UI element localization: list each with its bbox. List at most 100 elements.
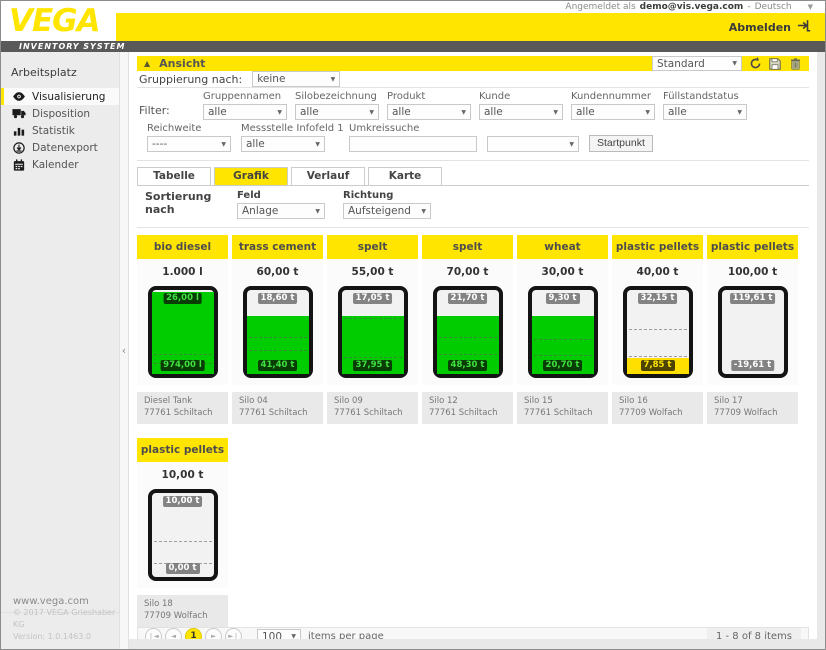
fill-level-badge: 41,40 t [258,360,298,371]
sidebar-item-visualisierung[interactable]: Visualisierung [1,88,119,105]
filter-column-label: Silobezeichnung [295,91,383,104]
select-arrow-icon: ▼ [645,109,650,116]
preset-select[interactable]: Standard▼ [652,56,742,71]
capacity-value: 40,00 t [612,259,703,286]
sidebar-item-label: Disposition [32,108,90,120]
tab-grafik[interactable]: Grafik [214,167,288,185]
sorting-row: Sortierung nach Feld Anlage▼ Richtung Au… [137,186,809,228]
messstelle-select[interactable]: alle▼ [241,136,325,152]
separator: - [747,2,750,12]
logout-button[interactable]: Abmelden [729,19,811,35]
card-body: 60,00 t18,60 t41,40 t [232,259,323,385]
silo-name: Diesel Tank [144,396,221,408]
logout-icon [797,19,811,35]
select-arrow-icon: ▼ [315,141,320,148]
prev-page-button[interactable]: ◄ [165,628,182,639]
fill-level-badge: -19,61 t [731,360,774,371]
current-page-button[interactable]: 1 [185,628,202,639]
filter-column-label: Produkt [387,91,475,104]
filter-select[interactable]: alle▼ [295,104,379,120]
next-page-button[interactable]: ► [205,628,222,639]
chevron-down-icon[interactable]: ▼ [808,3,813,11]
tank-visual[interactable]: 119,61 t-19,61 t [718,286,788,378]
save-icon[interactable] [768,57,782,71]
startpunkt-button[interactable]: Startpunkt [589,135,653,152]
silo-card: trass cement60,00 t18,60 t41,40 tSilo 04… [232,235,323,424]
product-name[interactable]: bio diesel [137,235,228,259]
threshold-line [154,541,212,542]
ansicht-panel-header: ▲ Ansicht Standard▼ [137,56,809,71]
reichweite-select[interactable]: ----▼ [147,136,231,152]
card-body: 55,00 t17,05 t37,95 t [327,259,418,385]
threshold-line [249,350,307,351]
silo-location: 77709 Wolfach [144,611,221,623]
filter-select[interactable]: alle▼ [203,104,287,120]
reset-icon[interactable] [748,57,762,71]
feld-select[interactable]: Anlage▼ [237,203,325,219]
silo-card: plastic pellets40,00 t32,15 t7,85 t Silo … [612,235,703,424]
page-size-select[interactable]: 100▼ [257,629,301,640]
threshold-line [534,339,592,340]
capacity-value: 30,00 t [517,259,608,286]
product-name[interactable]: plastic pellets [612,235,703,259]
radius-select[interactable]: ▼ [487,136,579,152]
trash-icon[interactable] [788,57,802,71]
tank-visual[interactable]: 18,60 t41,40 t [243,286,313,378]
tab-tabelle[interactable]: Tabelle [137,167,211,185]
select-arrow-icon: ▼ [221,141,226,148]
sidebar-item-datenexport[interactable]: Datenexport [1,139,119,156]
tab-verlauf[interactable]: Verlauf [291,167,365,185]
gruppierung-row: Gruppierung nach: keine▼ [137,71,809,88]
select-arrow-icon: ▼ [732,60,737,67]
select-arrow-icon: ▼ [369,109,374,116]
gruppierung-select[interactable]: keine▼ [252,71,340,87]
richtung-select[interactable]: Aufsteigend▼ [343,203,431,219]
threshold-line [249,337,307,338]
tank-visual[interactable]: 17,05 t37,95 t [338,286,408,378]
first-page-button[interactable]: ❘◄ [145,628,162,639]
filter-column: Füllstandstatusalle▼ [663,91,751,120]
filter-column-label: Kunde [479,91,567,104]
filter-select[interactable]: alle▼ [571,104,655,120]
copyright-text: © 2017 VEGA Grieshaber KG [13,607,119,631]
tank-visual[interactable]: 26,00 l974,00 l [148,286,218,378]
login-info: Angemeldet als demo@vis.vega.com - Deuts… [565,2,813,12]
language-selector[interactable]: Deutsch [755,2,792,12]
product-name[interactable]: trass cement [232,235,323,259]
tank-visual[interactable]: 21,70 t48,30 t [433,286,503,378]
empty-space-badge: 10,00 t [163,496,203,507]
threshold-line [154,354,212,355]
tank-visual[interactable]: 9,30 t20,70 t [528,286,598,378]
silo-name: Silo 16 [619,396,696,408]
product-name[interactable]: wheat [517,235,608,259]
product-name[interactable]: plastic pellets [707,235,798,259]
collapse-chevron-icon[interactable]: ‹ [122,344,126,357]
sidebar-item-disposition[interactable]: Disposition [1,105,119,122]
bar-chart-icon [11,124,26,137]
filter-select[interactable]: alle▼ [479,104,563,120]
capacity-value: 55,00 t [327,259,418,286]
umkreissuche-input[interactable] [349,136,477,152]
tank-visual[interactable]: 32,15 t7,85 t [623,286,693,378]
empty-space-badge: 9,30 t [546,293,580,304]
silo-footer: Diesel Tank77761 Schiltach [137,392,228,424]
sidebar-item-kalender[interactable]: Kalender [1,156,119,173]
filters-row1: Gruppennamenalle▼Silobezeichnungalle▼Pro… [203,91,755,120]
website-link[interactable]: www.vega.com [13,596,89,607]
last-page-button[interactable]: ►❘ [225,628,242,639]
empty-space-badge: 32,15 t [638,293,678,304]
filter-select[interactable]: alle▼ [663,104,747,120]
product-name[interactable]: plastic pellets [137,438,228,462]
reichweite-label: Reichweite [147,123,235,136]
sidebar-item-statistik[interactable]: Statistik [1,122,119,139]
sidebar: Arbeitsplatz VisualisierungDispositionSt… [1,52,119,649]
tab-karte[interactable]: Karte [368,167,442,185]
filter-select[interactable]: alle▼ [387,104,471,120]
empty-space-badge: 26,00 l [163,293,202,304]
product-name[interactable]: spelt [327,235,418,259]
product-name[interactable]: spelt [422,235,513,259]
tank-visual[interactable]: 10,00 t0,00 t [148,489,218,581]
silo-card: bio diesel1.000 l26,00 l974,00 lDiesel T… [137,235,228,424]
collapse-triangle-icon[interactable]: ▲ [144,59,150,68]
threshold-line [629,329,687,330]
